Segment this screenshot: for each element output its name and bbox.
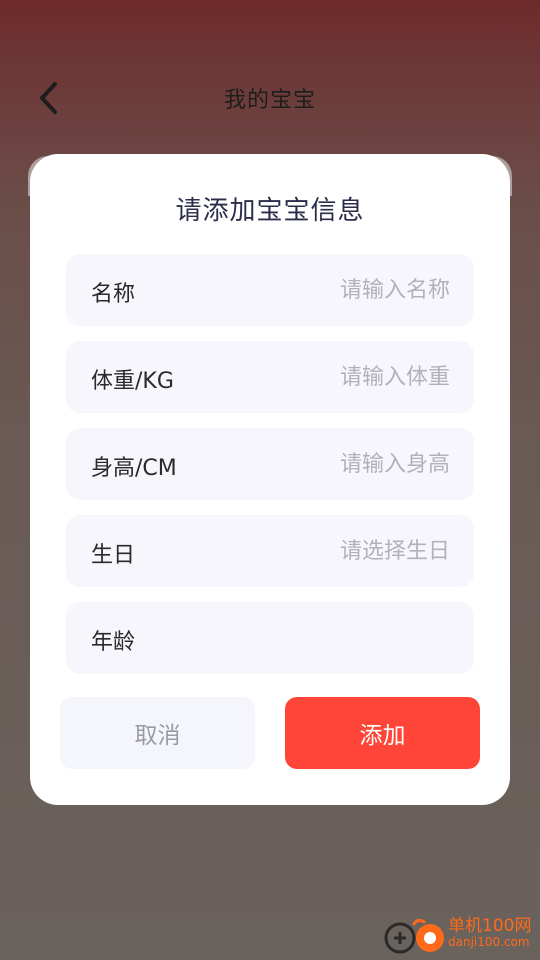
danji100-logo-icon	[384, 918, 444, 954]
age-field: 年龄	[66, 602, 474, 674]
watermark-name: 单机100网	[448, 916, 532, 936]
app-header: 我的宝宝	[0, 60, 540, 136]
dialog-title: 请添加宝宝信息	[175, 196, 365, 226]
weight-field[interactable]: 体重/KG	[66, 341, 474, 413]
birthday-field[interactable]: 生日	[66, 515, 474, 587]
add-button[interactable]: 添加	[285, 697, 480, 769]
weight-input[interactable]	[250, 357, 450, 397]
name-field[interactable]: 名称	[66, 254, 474, 326]
page-title: 我的宝宝	[223, 88, 316, 113]
name-field-label: 名称	[91, 282, 136, 307]
birthday-picker[interactable]	[250, 531, 450, 571]
birthday-field-label: 生日	[91, 543, 136, 568]
watermark: 单机100网 danji100.com	[384, 910, 536, 958]
age-field-label: 年龄	[91, 630, 136, 655]
name-input[interactable]	[250, 270, 450, 310]
height-field[interactable]: 身高/CM	[66, 428, 474, 500]
weight-field-label: 体重/KG	[91, 369, 174, 394]
add-baby-dialog: 请添加宝宝信息 名称 体重/KG 身高/CM 生日 年龄 取消 添加	[30, 154, 510, 805]
age-value	[250, 618, 450, 658]
watermark-url: danji100.com	[448, 935, 530, 949]
cancel-button[interactable]: 取消	[60, 697, 255, 769]
height-input[interactable]	[250, 444, 450, 484]
height-field-label: 身高/CM	[91, 456, 177, 481]
